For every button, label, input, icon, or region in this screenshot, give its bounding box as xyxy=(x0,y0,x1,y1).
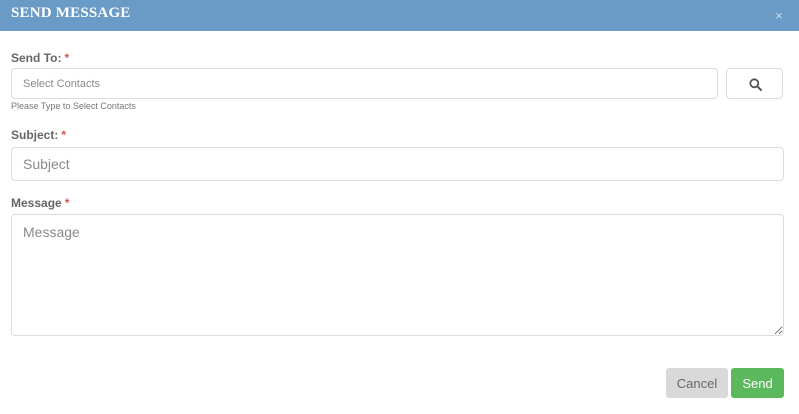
search-contacts-button[interactable] xyxy=(726,68,783,99)
required-marker: * xyxy=(64,196,70,210)
send-to-label: Send To: * xyxy=(11,51,69,65)
required-marker: * xyxy=(61,128,67,142)
search-icon xyxy=(749,78,762,91)
subject-label-text: Subject: xyxy=(11,128,59,142)
subject-input[interactable] xyxy=(11,147,784,181)
message-label-text: Message xyxy=(11,196,62,210)
send-to-hint: Please Type to Select Contacts xyxy=(11,101,136,111)
message-label: Message * xyxy=(11,196,69,210)
dialog-title: SEND MESSAGE xyxy=(11,5,131,21)
send-to-input[interactable] xyxy=(11,68,718,99)
cancel-button[interactable]: Cancel xyxy=(666,368,728,398)
message-textarea[interactable] xyxy=(11,214,784,336)
subject-label: Subject: * xyxy=(11,128,66,142)
required-marker: * xyxy=(64,51,70,65)
send-to-label-text: Send To: xyxy=(11,51,62,65)
dialog-header: SEND MESSAGE × xyxy=(0,0,799,31)
close-icon[interactable]: × xyxy=(773,9,785,22)
send-button[interactable]: Send xyxy=(731,368,784,398)
